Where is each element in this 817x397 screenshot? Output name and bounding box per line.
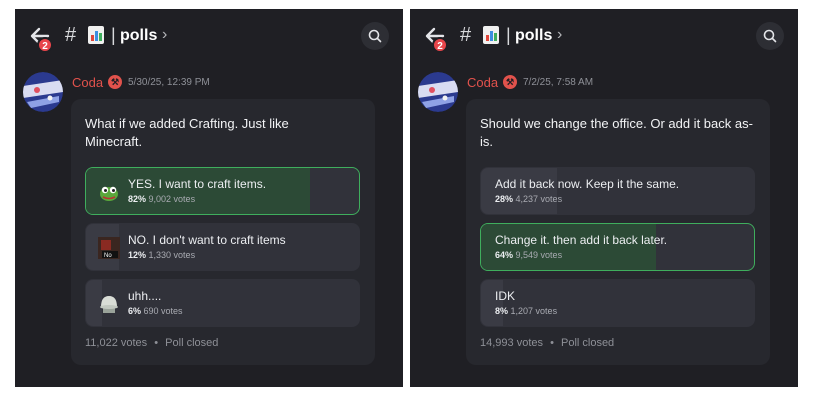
unread-badge: 2 (432, 37, 448, 53)
author-name[interactable]: Coda (467, 75, 498, 90)
bar-chart-emoji-icon (88, 26, 104, 44)
poll-question: What if we added Crafting. Just like Min… (85, 116, 289, 149)
channel-name[interactable]: polls (515, 27, 552, 45)
header-separator: | (506, 25, 511, 45)
chevron-right-icon[interactable]: › (557, 26, 562, 44)
option-stats: 6% 690 votes (128, 306, 183, 316)
poll-total-votes: 11,022 votes (85, 337, 148, 349)
channel-header: 2 # | polls › (15, 9, 403, 63)
option-fill (481, 280, 503, 326)
bar-chart-emoji-icon (483, 26, 499, 44)
option-stats: 12% 1,330 votes (128, 250, 195, 260)
avatar[interactable] (418, 72, 458, 112)
poll-footer: 14,993 votes • Poll closed (480, 337, 614, 349)
avatar[interactable] (23, 72, 63, 112)
option-stats: 28% 4,237 votes (495, 194, 562, 204)
option-stats: 82% 9,002 votes (128, 194, 195, 204)
option-votes: 1,330 votes (148, 250, 196, 260)
option-votes: 9,002 votes (148, 194, 196, 204)
helmet-icon (98, 293, 120, 315)
pepe-icon (98, 181, 120, 203)
hammer-pick-icon: ⚒ (503, 75, 517, 89)
option-label: Add it back now. Keep it the same. (495, 177, 680, 191)
search-icon (763, 29, 777, 43)
option-percent: 6% (128, 306, 142, 316)
chevron-right-icon[interactable]: › (162, 26, 167, 44)
hash-icon: # (65, 24, 77, 46)
option-percent: 64% (495, 250, 514, 260)
search-icon (368, 29, 382, 43)
option-label: IDK (495, 289, 516, 303)
option-label: Change it. then add it back later. (495, 233, 668, 247)
channel-header: 2 # | polls › (410, 9, 798, 63)
svg-text:No: No (104, 253, 112, 259)
poll-option[interactable]: Add it back now. Keep it the same. 28% 4… (480, 167, 755, 215)
option-label: uhh.... (128, 289, 162, 303)
timestamp: 7/2/25, 7:58 AM (523, 77, 594, 88)
no-sign-icon: No (98, 237, 120, 259)
option-label: YES. I want to craft items. (128, 177, 267, 191)
header-separator: | (111, 25, 116, 45)
poll-option[interactable]: No NO. I don't want to craft items 12% 1… (85, 223, 360, 271)
hammer-pick-icon: ⚒ (108, 75, 122, 89)
dot-separator: • (550, 337, 554, 349)
option-votes: 4,237 votes (515, 194, 563, 204)
poll-question: Should we change the office. Or add it b… (480, 116, 753, 149)
poll-status: Poll closed (560, 337, 615, 349)
option-percent: 28% (495, 194, 514, 204)
dot-separator: • (154, 337, 159, 349)
option-percent: 12% (128, 250, 147, 260)
poll-option[interactable]: IDK 8% 1,207 votes (480, 279, 755, 327)
timestamp: 5/30/25, 12:39 PM (128, 77, 210, 88)
option-votes: 9,549 votes (515, 250, 563, 260)
option-fill (481, 168, 558, 214)
poll-total-votes: 14,993 votes (480, 337, 543, 349)
author-name[interactable]: Coda (72, 75, 103, 90)
option-votes: 690 votes (143, 306, 183, 316)
poll-option[interactable]: YES. I want to craft items. 82% 9,002 vo… (85, 167, 360, 215)
channel-panel-right: 2 # | polls › Coda ⚒ 7/2/25, 7:58 AM Sho… (410, 9, 798, 387)
poll-card: Should we change the office. Or add it b… (466, 99, 770, 365)
channel-panel-left: 2 # | polls › Coda ⚒ 5/30/25, 12:39 PM W… (15, 9, 403, 387)
poll-status: Poll closed (165, 337, 219, 349)
hash-icon: # (460, 24, 472, 46)
search-button[interactable] (361, 22, 389, 50)
poll-card: What if we added Crafting. Just like Min… (71, 99, 375, 365)
option-percent: 8% (495, 306, 509, 316)
channel-name[interactable]: polls (120, 27, 157, 45)
option-stats: 64% 9,549 votes (495, 250, 562, 260)
option-label: NO. I don't want to craft items (128, 233, 286, 247)
option-fill (481, 224, 656, 270)
option-percent: 82% (128, 194, 147, 204)
poll-footer: 11,022 votes • Poll closed (85, 337, 218, 349)
search-button[interactable] (756, 22, 784, 50)
option-stats: 8% 1,207 votes (495, 306, 557, 316)
unread-badge: 2 (37, 37, 53, 53)
poll-option[interactable]: uhh.... 6% 690 votes (85, 279, 360, 327)
option-votes: 1,207 votes (510, 306, 558, 316)
poll-option[interactable]: Change it. then add it back later. 64% 9… (480, 223, 755, 271)
